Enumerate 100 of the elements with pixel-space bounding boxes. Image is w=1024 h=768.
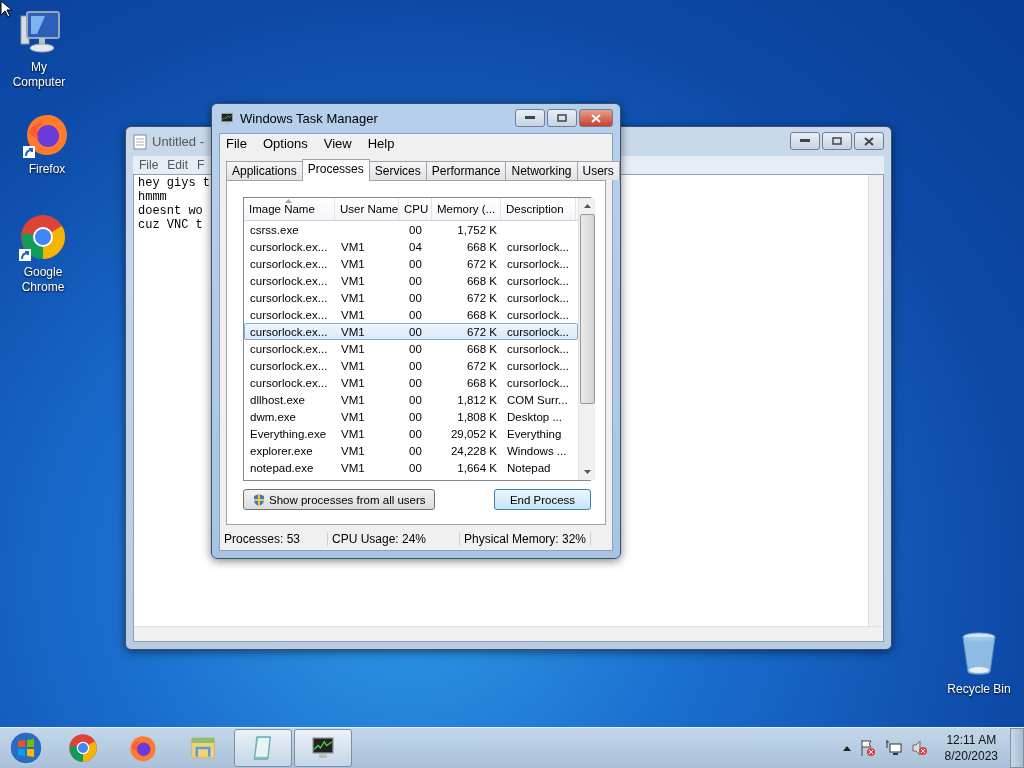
table-cell-text: 29,052 K bbox=[449, 427, 498, 440]
column-header[interactable]: Image Name bbox=[244, 198, 335, 220]
table-cell-text: cursorlock.ex... bbox=[249, 240, 329, 253]
tab[interactable]: Processes bbox=[301, 159, 370, 181]
process-row[interactable]: cursorlock.ex... VM1 00 672 K cursorlock... bbox=[244, 357, 578, 374]
table-cell-text: VM1 bbox=[340, 342, 366, 355]
process-row[interactable]: cursorlock.ex... VM1 00 672 K cursorlock... bbox=[244, 255, 578, 272]
minimize-button[interactable] bbox=[515, 109, 545, 127]
flag-error-icon[interactable] bbox=[858, 739, 877, 757]
table-cell-text: VM1 bbox=[340, 274, 366, 287]
menu-item[interactable]: Edit bbox=[167, 158, 189, 172]
table-cell-text: 00 bbox=[408, 461, 423, 474]
table-cell-text: 672 K bbox=[465, 291, 498, 304]
maximize-icon bbox=[557, 114, 567, 122]
table-cell-text: VM1 bbox=[340, 410, 366, 423]
column-header[interactable]: CPU bbox=[399, 198, 432, 220]
column-header[interactable]: User Name bbox=[335, 198, 399, 220]
table-cell-text: VM1 bbox=[340, 376, 366, 389]
tab[interactable]: Performance bbox=[425, 161, 507, 180]
close-button[interactable] bbox=[854, 132, 884, 150]
table-cell-text: 00 bbox=[408, 444, 423, 457]
process-row[interactable]: cursorlock.ex... VM1 00 672 K cursorlock... bbox=[244, 323, 578, 340]
table-cell-text: 1,752 K bbox=[456, 223, 498, 236]
process-row[interactable]: cursorlock.ex... VM1 00 668 K cursorlock... bbox=[244, 272, 578, 289]
table-cell-text: 668 K bbox=[465, 274, 498, 287]
table-cell-text: VM1 bbox=[340, 427, 366, 440]
process-row[interactable]: dwm.exe VM1 00 1,808 K Desktop ... bbox=[244, 408, 578, 425]
clock-date[interactable]: 8/20/2023 bbox=[944, 748, 998, 764]
table-cell-text: 00 bbox=[408, 223, 423, 236]
table-cell-text: 668 K bbox=[465, 342, 498, 355]
process-row[interactable]: cursorlock.ex... VM1 00 668 K cursorlock... bbox=[244, 374, 578, 391]
process-row[interactable]: cursorlock.ex... VM1 00 672 K cursorlock... bbox=[244, 289, 578, 306]
table-cell-text: 00 bbox=[408, 325, 423, 338]
table-cell-text: Everything bbox=[506, 427, 563, 440]
table-cell-text: Everything.exe bbox=[249, 427, 328, 440]
menu-item[interactable]: File bbox=[139, 158, 159, 172]
table-cell-text: VM1 bbox=[340, 240, 366, 253]
process-row[interactable]: explorer.exe VM1 00 24,228 K Windows ... bbox=[244, 442, 578, 459]
process-row[interactable]: dllhost.exe VM1 00 1,812 K COM Surr... bbox=[244, 391, 578, 408]
table-cell-text: 04 bbox=[408, 240, 423, 253]
desktop-icon-label[interactable]: My Computer bbox=[4, 60, 74, 90]
text-line: hey giys t bbox=[138, 176, 210, 190]
table-cell-text: 1,808 K bbox=[456, 410, 498, 423]
desktop-icon-label[interactable]: Google Chrome bbox=[8, 265, 78, 295]
tab[interactable]: Applications bbox=[226, 161, 303, 180]
table-cell-text: 672 K bbox=[465, 325, 498, 338]
show-hidden-icons-icon[interactable] bbox=[842, 745, 851, 751]
table-cell-text: Notepad bbox=[506, 461, 552, 474]
maximize-button[interactable] bbox=[822, 132, 852, 150]
scrollbar-thumb[interactable] bbox=[579, 214, 595, 404]
table-cell-text: dwm.exe bbox=[249, 410, 298, 423]
tab[interactable]: Networking bbox=[505, 161, 578, 180]
close-button[interactable] bbox=[579, 109, 613, 127]
table-cell-text: cursorlock.ex... bbox=[249, 274, 329, 287]
vertical-scrollbar[interactable] bbox=[578, 198, 595, 480]
table-cell-text: 00 bbox=[408, 359, 423, 372]
table-cell-text: 00 bbox=[408, 342, 423, 355]
speaker-muted-icon[interactable] bbox=[910, 739, 929, 757]
show-all-users-button[interactable]: Show processes from all users bbox=[243, 489, 435, 510]
minimize-icon bbox=[800, 139, 810, 143]
taskbar-button[interactable] bbox=[294, 729, 352, 767]
column-header[interactable]: Description bbox=[501, 198, 576, 220]
horizontal-scrollbar[interactable] bbox=[134, 626, 883, 641]
menu-item[interactable]: Options bbox=[262, 136, 308, 151]
tab[interactable]: Users bbox=[576, 161, 620, 180]
maximize-button[interactable] bbox=[547, 109, 577, 127]
table-cell-text: cursorlock... bbox=[506, 240, 570, 253]
table-cell-text: VM1 bbox=[340, 444, 366, 457]
minimize-button[interactable] bbox=[790, 132, 820, 150]
table-cell-text: 00 bbox=[408, 410, 423, 423]
table-cell-text: 00 bbox=[408, 393, 423, 406]
process-row[interactable]: cursorlock.ex... VM1 04 668 K cursorlock... bbox=[244, 238, 578, 255]
table-cell-text: csrss.exe bbox=[249, 223, 300, 236]
end-process-button[interactable]: End Process bbox=[494, 489, 591, 510]
table-cell-text: 1,664 K bbox=[456, 461, 498, 474]
process-row[interactable]: cursorlock.ex... VM1 00 668 K cursorlock... bbox=[244, 306, 578, 323]
network-icon[interactable] bbox=[884, 739, 903, 757]
menu-item[interactable]: Help bbox=[367, 136, 395, 151]
desktop-icon-label[interactable]: Firefox bbox=[12, 162, 82, 177]
table-cell-text: cursorlock.ex... bbox=[249, 376, 329, 389]
table-cell-text: 24,228 K bbox=[449, 444, 498, 457]
table-cell-text: 00 bbox=[408, 257, 423, 270]
column-header[interactable]: Memory (... bbox=[432, 198, 501, 220]
notepad-icon bbox=[133, 133, 147, 150]
process-row[interactable]: Everything.exe VM1 00 29,052 K Everything bbox=[244, 425, 578, 442]
desktop-icon-label[interactable]: Recycle Bin bbox=[944, 682, 1014, 697]
menu-item[interactable]: View bbox=[323, 136, 352, 151]
table-cell-text: cursorlock.ex... bbox=[249, 325, 329, 338]
clock-time[interactable]: 12:11 AM bbox=[946, 732, 997, 748]
menu-item[interactable]: File bbox=[226, 136, 247, 151]
process-row[interactable]: csrss.exe 00 1,752 K bbox=[244, 221, 578, 238]
status-text: Physical Memory: 32% bbox=[460, 532, 592, 546]
vertical-scrollbar[interactable] bbox=[868, 175, 883, 626]
process-row[interactable]: notepad.exe VM1 00 1,664 K Notepad bbox=[244, 459, 578, 476]
scroll-down-icon bbox=[583, 470, 591, 474]
tab[interactable]: Services bbox=[368, 161, 427, 180]
table-cell-text: notepad.exe bbox=[249, 461, 315, 474]
process-row[interactable]: cursorlock.ex... VM1 00 668 K cursorlock... bbox=[244, 340, 578, 357]
table-cell-text: cursorlock... bbox=[506, 376, 570, 389]
menu-item[interactable]: F bbox=[197, 158, 205, 172]
